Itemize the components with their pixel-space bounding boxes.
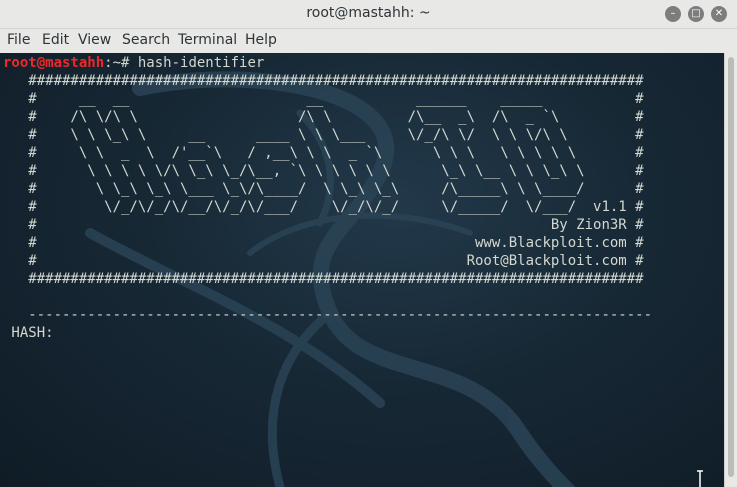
separator-line: ----------------------------------------… bbox=[3, 307, 653, 323]
menu-edit[interactable]: Edit bbox=[42, 32, 69, 48]
menu-help[interactable]: Help bbox=[245, 32, 277, 48]
banner-line: ########################################… bbox=[3, 271, 644, 287]
scrollbar-thumb[interactable] bbox=[728, 57, 734, 477]
scrollbar[interactable] bbox=[724, 53, 737, 487]
banner-line: # By Zion3R # bbox=[3, 217, 644, 233]
terminal-area[interactable]: root@mastahh:~# hash-identifier ########… bbox=[0, 53, 724, 487]
minimize-icon[interactable]: – bbox=[665, 6, 681, 22]
text-cursor-icon bbox=[697, 470, 703, 487]
hash-input-label: HASH: bbox=[3, 325, 54, 341]
banner-line: ########################################… bbox=[3, 73, 644, 89]
command-text: hash-identifier bbox=[137, 55, 265, 71]
menu-file[interactable]: File bbox=[7, 32, 30, 48]
terminal-output: root@mastahh:~# hash-identifier ########… bbox=[3, 54, 652, 342]
banner-line: # \/_/\/_/\/__/\/_/\/___/ \/_/\/_/ \/___… bbox=[3, 199, 644, 215]
banner-line: # Root@Blackploit.com # bbox=[3, 253, 644, 269]
menu-view[interactable]: View bbox=[78, 32, 111, 48]
close-icon[interactable]: ✕ bbox=[711, 6, 727, 22]
menu-search[interactable]: Search bbox=[122, 32, 170, 48]
banner-line: # www.Blackploit.com # bbox=[3, 235, 644, 251]
window-title: root@mastahh: ~ bbox=[306, 5, 431, 21]
banner-line: # \ \ \ \ \/\ \_\ \_/\__, `\ \ \ \ \ \ \… bbox=[3, 163, 644, 179]
menu-bar: File Edit View Search Terminal Help bbox=[0, 29, 737, 52]
maximize-icon[interactable]: □ bbox=[688, 6, 704, 22]
title-bar[interactable]: root@mastahh: ~ – □ ✕ bbox=[0, 0, 737, 29]
prompt-user: root@mastahh bbox=[3, 55, 105, 71]
banner-ascii-art: ########################################… bbox=[3, 73, 644, 287]
banner-line: # __ __ __ ______ _____ # bbox=[3, 91, 644, 107]
prompt-path: :~# bbox=[104, 55, 138, 71]
banner-line: # \ \ \_\ \ __ ____ \ \ \___ \/_/\ \/ \ … bbox=[3, 127, 644, 143]
banner-line: # \ \ _ \ /'__`\ / ,__\ \ \ _ `\ \ \ \ \… bbox=[3, 145, 644, 161]
terminal-window: root@mastahh: ~ – □ ✕ File Edit View Sea… bbox=[0, 0, 737, 487]
banner-line: # \ \_\ \_\ \___ \_\/\____/ \ \_\ \_\ /\… bbox=[3, 181, 644, 197]
banner-line: # /\ \/\ \ /\ \ /\__ _\ /\ _ `\ # bbox=[3, 109, 644, 125]
menu-terminal[interactable]: Terminal bbox=[178, 32, 237, 48]
